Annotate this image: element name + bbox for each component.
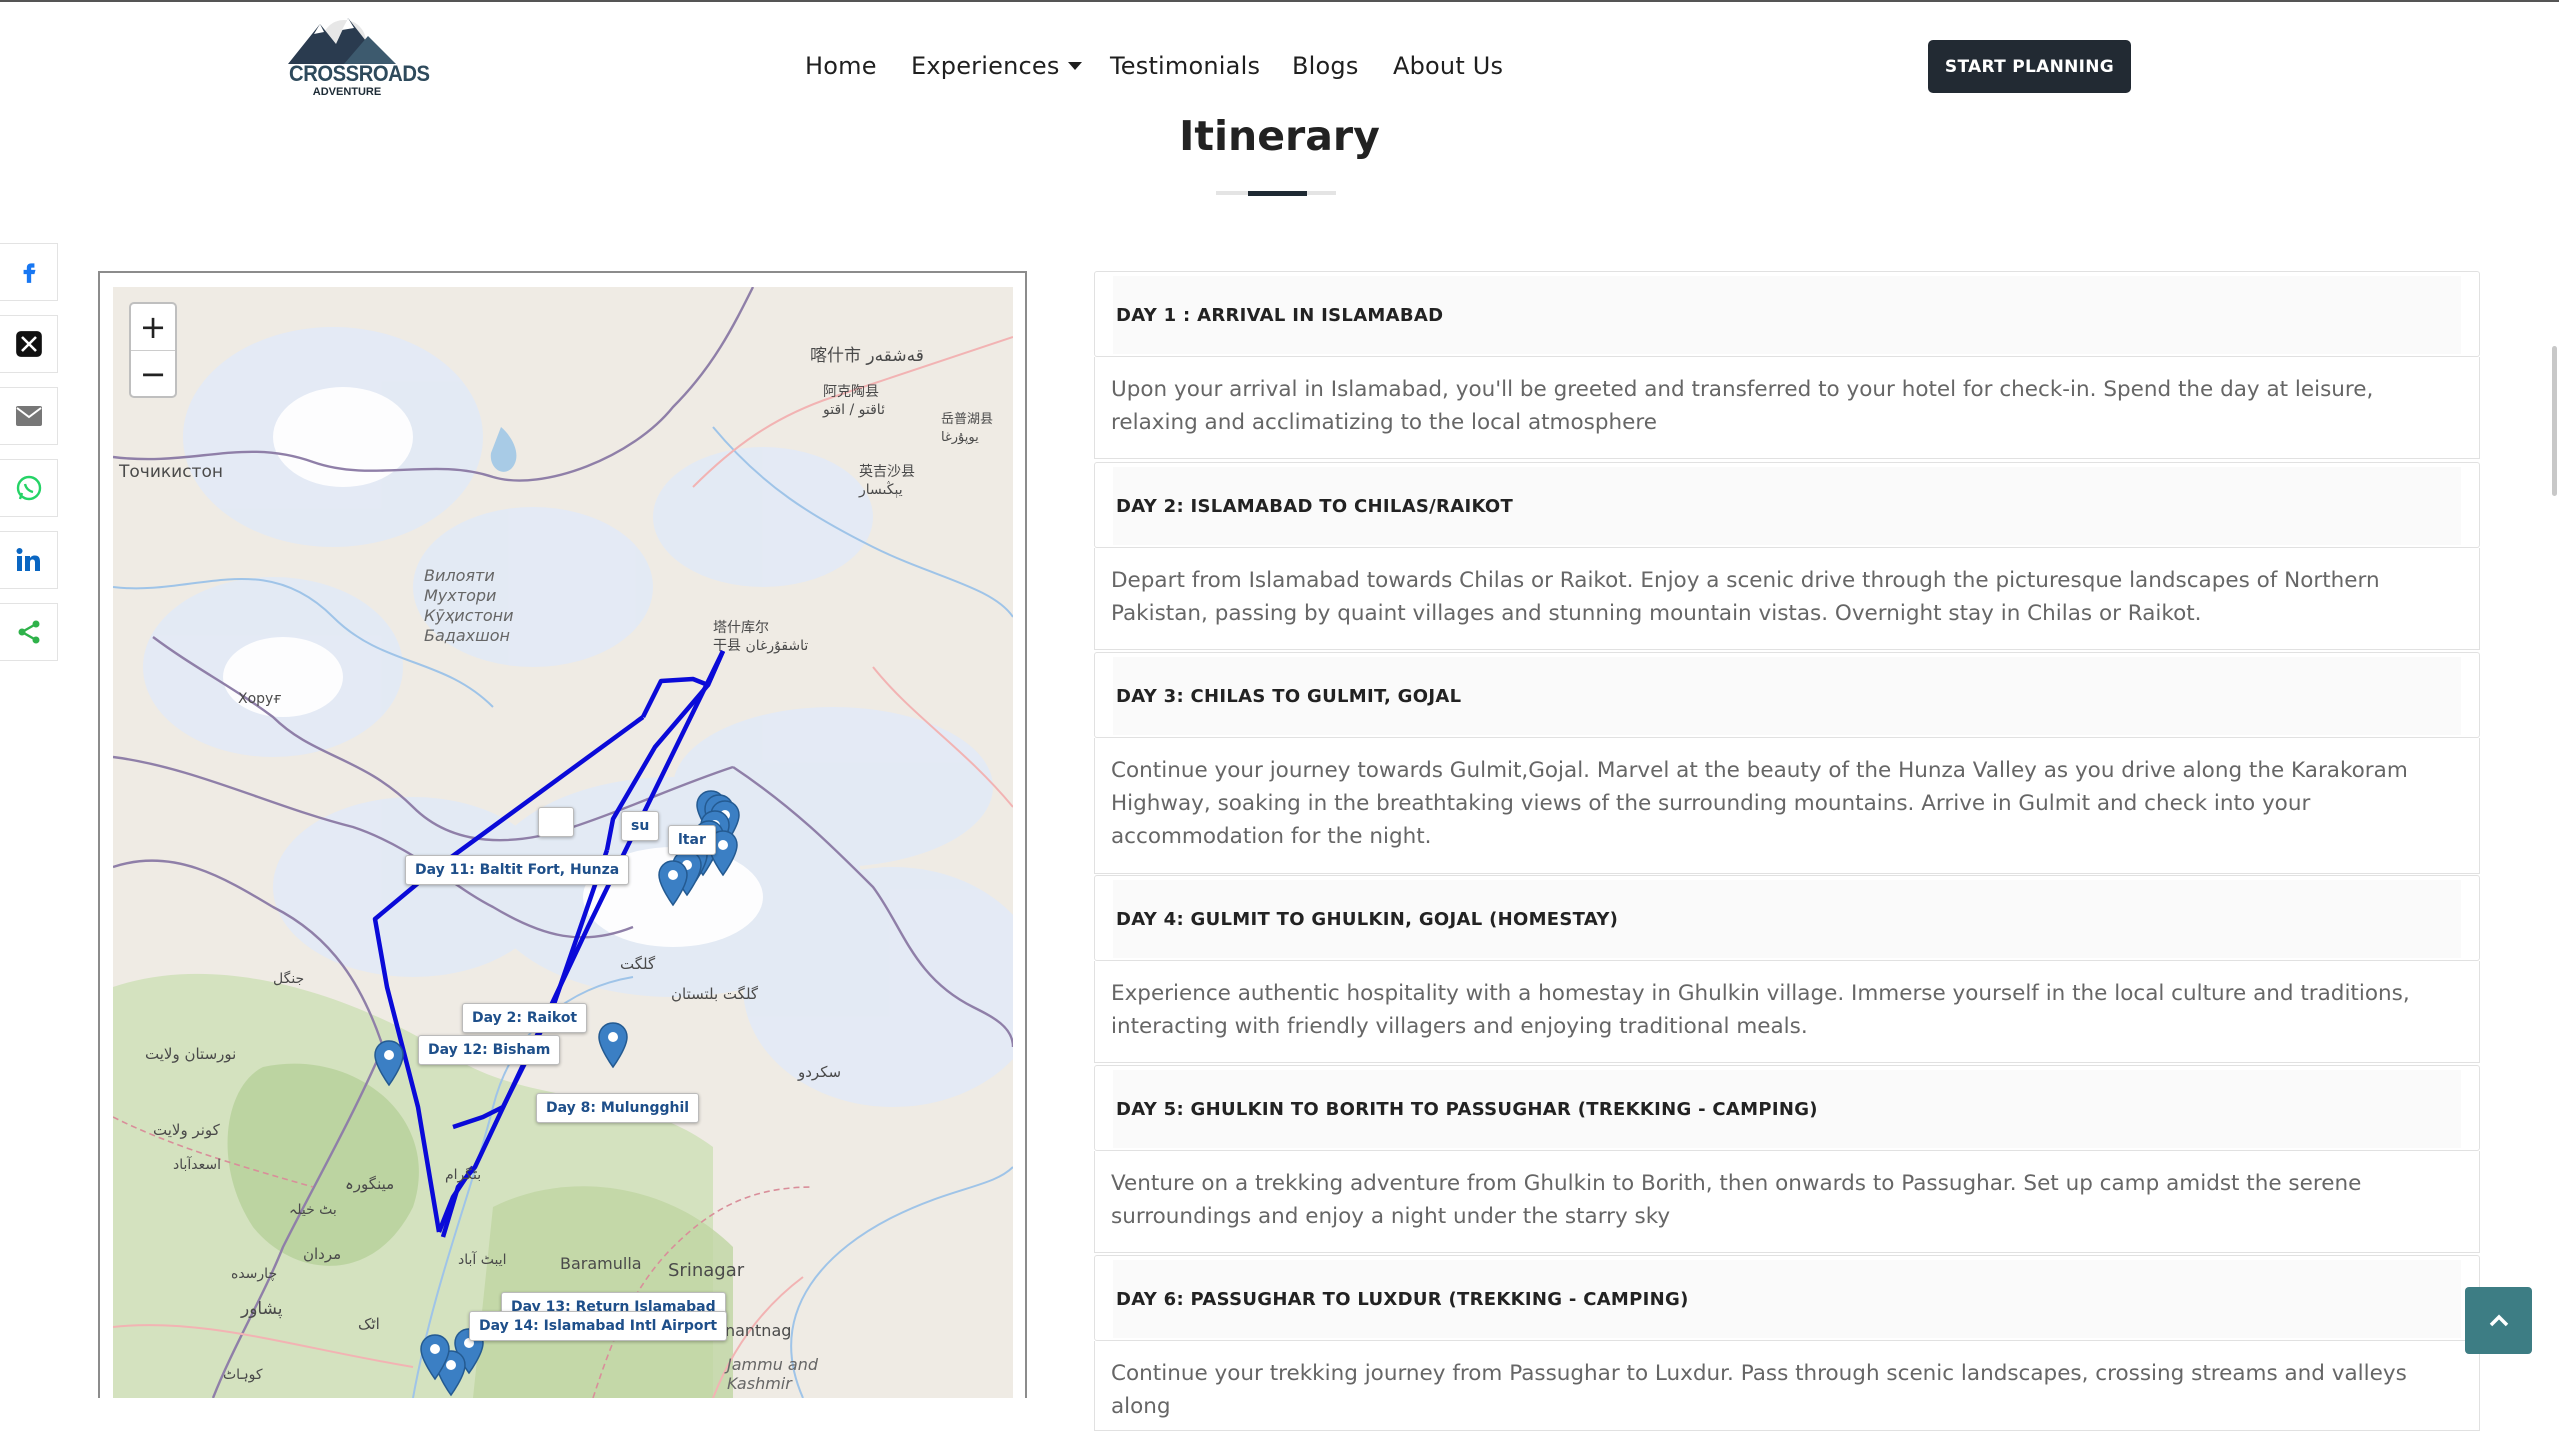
day-title: DAY 6: PASSUGHAR TO LUXDUR (TREKKING - C… <box>1113 1260 2461 1338</box>
logo[interactable]: CROSSROADS ADVENTURE <box>284 14 430 106</box>
map-tooltip-day14[interactable]: Day 14: Islamabad Intl Airport <box>469 1311 728 1341</box>
x-icon <box>15 331 42 357</box>
whatsapp-icon <box>16 475 41 501</box>
day-description-3: Continue your journey towards Gulmit,Goj… <box>1094 738 2480 874</box>
day-header-3[interactable]: DAY 3: CHILAS TO GULMIT, GOJAL <box>1094 652 2480 738</box>
linkedin-icon <box>16 548 40 571</box>
logo-text-sub: ADVENTURE <box>312 86 382 98</box>
map-tooltip-day8[interactable]: Day 8: Mulungghil <box>536 1093 700 1123</box>
top-border <box>0 0 2559 2</box>
map-label-peshawar: پشاور <box>241 1299 283 1319</box>
share-linkedin-button[interactable] <box>0 531 58 589</box>
map-label-gilgit-baltistan: گلگت بلتستان <box>671 985 759 1003</box>
day-description-6: Continue your trekking journey from Pass… <box>1094 1341 2480 1431</box>
day-description-5: Venture on a trekking adventure from Ghu… <box>1094 1151 2480 1253</box>
map-tooltip-partial-1[interactable] <box>538 807 574 837</box>
nav-blogs[interactable]: Blogs <box>1292 52 1359 80</box>
map-background <box>113 287 1013 1398</box>
map-tooltip-partial-2[interactable]: su <box>621 811 660 841</box>
nav-testimonials[interactable]: Testimonials <box>1110 52 1260 80</box>
map-marker-icon[interactable] <box>372 1039 406 1087</box>
map-label-jammu-kashmir: Jammu and Kashmir <box>727 1355 819 1393</box>
map-tooltip-day2[interactable]: Day 2: Raikot <box>462 1003 588 1033</box>
map-label-kashgar: 喀什市 قەشقەر <box>810 346 924 366</box>
page-title: Itinerary <box>1179 112 1380 160</box>
map-label-batgram: بٹگرام <box>445 1167 482 1183</box>
day-header-5[interactable]: DAY 5: GHULKIN TO BORITH TO PASSUGHAR (T… <box>1094 1065 2480 1151</box>
route-map[interactable]: Точикистон Вилояти Мухтори Кӯҳистони Бад… <box>113 287 1013 1398</box>
day-header-1[interactable]: DAY 1 : ARRIVAL IN ISLAMABAD <box>1094 271 2480 357</box>
map-label-baramulla: Baramulla <box>560 1254 642 1273</box>
nav-home[interactable]: Home <box>805 52 877 80</box>
map-label-mardan: مردان <box>303 1245 342 1263</box>
map-label-yengisar: 英吉沙县 يېڭىسار <box>859 464 915 498</box>
day-description-1: Upon your arrival in Islamabad, you'll b… <box>1094 357 2480 459</box>
map-tooltip-day12[interactable]: Day 12: Bisham <box>418 1035 561 1065</box>
day-description-2: Depart from Islamabad towards Chilas or … <box>1094 548 2480 650</box>
nav-about[interactable]: About Us <box>1393 52 1503 80</box>
map-label-akto: 阿克陶县 ئاقتو / اقتو <box>823 384 885 418</box>
chevron-up-icon <box>2489 1314 2508 1326</box>
title-divider-accent <box>1248 191 1307 196</box>
map-tooltip-day11[interactable]: Day 11: Baltit Fort, Hunza <box>405 855 630 885</box>
map-label-yopurga: 岳普湖县 يوپۇرغا <box>941 412 994 445</box>
day-title: DAY 3: CHILAS TO GULMIT, GOJAL <box>1113 657 2461 735</box>
day-title: DAY 2: ISLAMABAD TO CHILAS/RAIKOT <box>1113 467 2461 545</box>
nav-experiences[interactable]: Experiences <box>911 52 1082 80</box>
map-label-srinagar: Srinagar <box>668 1260 745 1281</box>
map-label-jangal: جنگل <box>273 971 305 987</box>
map-label-charsadda: چارسده <box>231 1266 278 1282</box>
share-x-button[interactable] <box>0 315 58 373</box>
logo-text-main: CROSSROADS <box>289 61 430 86</box>
map-label-skardu: سکردو <box>798 1063 842 1081</box>
scrollbar-thumb[interactable] <box>2552 346 2557 496</box>
map-label-gbao: Вилояти Мухтори Кӯҳистони Бадахшон <box>424 566 514 645</box>
day-title: DAY 4: GULMIT TO GHULKIN, GOJAL (HOMESTA… <box>1113 880 2461 958</box>
chevron-down-icon <box>1067 62 1082 70</box>
day-description-4: Experience authentic hospitality with a … <box>1094 961 2480 1063</box>
map-label-asadabad: اسعدآباد <box>173 1157 222 1173</box>
map-label-butkhela: بٹ خیلہ <box>289 1202 337 1218</box>
day-title: DAY 1 : ARRIVAL IN ISLAMABAD <box>1113 276 2461 354</box>
share-whatsapp-button[interactable] <box>0 459 58 517</box>
facebook-icon <box>23 263 35 283</box>
map-label-kohat: کوہاٹ <box>223 1367 263 1383</box>
map-label-tashkurgan: 塔什库尔 干县 تاشقۇرغان <box>713 620 809 654</box>
day-header-2[interactable]: DAY 2: ISLAMABAD TO CHILAS/RAIKOT <box>1094 462 2480 548</box>
email-icon <box>15 406 42 426</box>
zoom-out-button[interactable]: − <box>131 351 175 397</box>
zoom-control: + − <box>129 302 177 398</box>
day-header-6[interactable]: DAY 6: PASSUGHAR TO LUXDUR (TREKKING - C… <box>1094 1255 2480 1341</box>
map-label-nuristan: نورستان ولايت <box>145 1045 237 1063</box>
share-icon <box>18 620 39 644</box>
map-marker-icon[interactable] <box>418 1333 452 1381</box>
map-label-gilgit: گلگت <box>620 955 656 973</box>
map-label-abbottabad: ایبٹ آباد <box>458 1252 507 1268</box>
share-generic-button[interactable] <box>0 603 58 661</box>
map-marker-icon[interactable] <box>596 1021 630 1069</box>
map-label-mingora: مینگورہ <box>345 1175 395 1193</box>
map-label-attock: اٹک <box>358 1315 380 1333</box>
share-email-button[interactable] <box>0 387 58 445</box>
map-label-kunar: کونر ولایت <box>153 1121 220 1139</box>
zoom-in-button[interactable]: + <box>131 304 175 351</box>
scroll-to-top-button[interactable] <box>2465 1287 2532 1354</box>
map-label-tajikistan: Точикистон <box>119 462 223 482</box>
share-facebook-button[interactable] <box>0 243 58 301</box>
map-marker-icon[interactable] <box>656 859 690 907</box>
map-tooltip-partial-3[interactable]: ltar <box>668 825 716 855</box>
day-title: DAY 5: GHULKIN TO BORITH TO PASSUGHAR (T… <box>1113 1070 2461 1148</box>
start-planning-button[interactable]: START PLANNING <box>1928 40 2131 93</box>
map-label-khorugh: Хоруғ <box>238 691 282 707</box>
nav-experiences-label: Experiences <box>911 52 1060 80</box>
day-header-4[interactable]: DAY 4: GULMIT TO GHULKIN, GOJAL (HOMESTA… <box>1094 875 2480 961</box>
